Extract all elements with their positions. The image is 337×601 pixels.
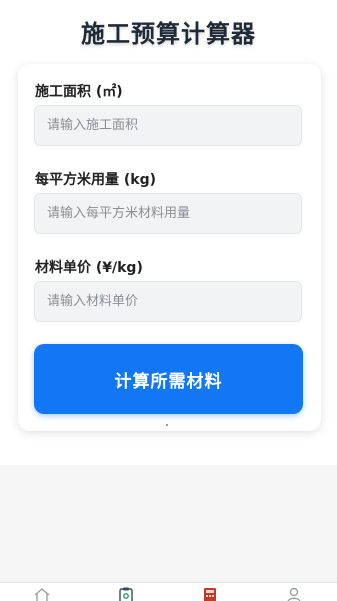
- calculate-materials-button[interactable]: 计算所需材料: [34, 344, 303, 414]
- tab-calculator[interactable]: [200, 587, 220, 601]
- divider-dot: [166, 424, 168, 426]
- user-icon: [287, 587, 301, 601]
- price-label: 材料单价 (¥/kg): [35, 260, 143, 276]
- home-icon: [34, 588, 50, 601]
- tab-profile[interactable]: [284, 587, 304, 601]
- calculator-form-card: 施工面积 (㎡) 每平方米用量 (kg) 材料单价 (¥/kg) 计算所需材料: [18, 64, 321, 431]
- usage-label: 每平方米用量 (kg): [35, 172, 157, 188]
- unit-price-input[interactable]: [34, 281, 302, 322]
- tab-home[interactable]: [32, 587, 52, 601]
- calculator-icon: [204, 588, 216, 601]
- tab-records[interactable]: [116, 587, 136, 601]
- area-label: 施工面积 (㎡): [35, 84, 123, 100]
- area-input[interactable]: [34, 105, 302, 146]
- usage-per-sqm-input[interactable]: [34, 193, 302, 234]
- page-title: 施工预算计算器: [81, 20, 256, 48]
- clipboard-icon: [119, 587, 133, 601]
- bottom-tab-bar: [0, 582, 337, 601]
